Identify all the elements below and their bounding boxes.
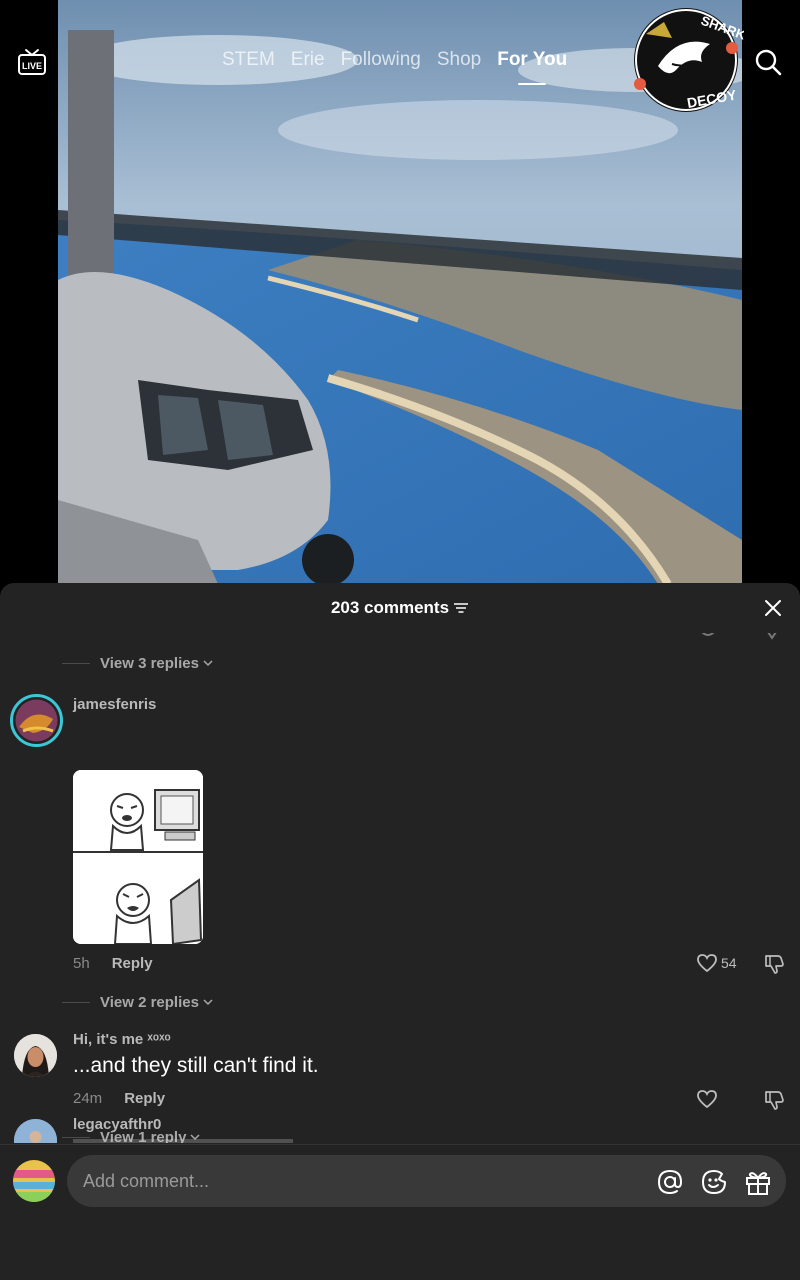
- search-icon: [755, 49, 782, 76]
- comment-text: ...and they still can't find it.: [73, 1054, 319, 1077]
- user-avatar[interactable]: [13, 1160, 55, 1202]
- mention-button[interactable]: [656, 1168, 684, 1196]
- tab-following[interactable]: Following: [341, 49, 421, 71]
- live-button[interactable]: LIVE: [16, 46, 48, 78]
- clipped-comment: legacyafthr0: [0, 1111, 800, 1143]
- dislike-icon: [765, 955, 784, 974]
- comment-meta: 5h Reply: [73, 955, 153, 972]
- comments-count: 203 comments: [330, 598, 450, 617]
- close-button[interactable]: [762, 597, 784, 619]
- dislike-button[interactable]: [763, 953, 785, 975]
- comment-username[interactable]: legacyafthr0: [73, 1116, 161, 1133]
- like-button[interactable]: 54: [696, 953, 737, 973]
- comment-time: 24m: [73, 1090, 103, 1107]
- screen: LIVE STEM Erie Following Shop For You SH…: [0, 0, 800, 1280]
- top-navigation: LIVE STEM Erie Following Shop For You SH…: [0, 0, 800, 112]
- tab-for-you[interactable]: For You: [497, 49, 567, 71]
- like-button[interactable]: [696, 1089, 718, 1109]
- comment-username[interactable]: Hi, it's me ˣᵒˣᵒ: [73, 1031, 171, 1048]
- emoji-button[interactable]: [700, 1168, 728, 1196]
- comment-meta: 24m Reply: [73, 1090, 165, 1107]
- comment-input-bar: [0, 1144, 800, 1280]
- chevron-down-icon: [203, 660, 213, 667]
- emoji-icon: [702, 1170, 726, 1194]
- search-button[interactable]: [754, 48, 782, 76]
- rage-comic-image: [73, 770, 203, 944]
- view-replies-button[interactable]: View 3 replies: [62, 655, 213, 672]
- shark-decoy-logo: SHARK DECOY: [634, 8, 748, 112]
- dislike-button[interactable]: [763, 1089, 785, 1111]
- chevron-down-icon: [203, 999, 213, 1006]
- comment-username[interactable]: jamesfenris: [73, 696, 156, 713]
- live-icon: LIVE: [18, 49, 46, 75]
- comment-time: 5h: [73, 955, 90, 972]
- view-replies-button[interactable]: View 2 replies: [62, 994, 213, 1011]
- feed-tabs: STEM Erie Following Shop For You: [222, 49, 567, 71]
- tab-shop[interactable]: Shop: [437, 49, 481, 71]
- mention-icon: [657, 1169, 683, 1195]
- replies-divider: [62, 1002, 90, 1003]
- cut-off-actions: [700, 633, 780, 640]
- comment-image[interactable]: [73, 770, 203, 944]
- comment-text-clipped: [73, 1139, 293, 1143]
- heart-icon: [697, 1090, 717, 1109]
- view-replies-label: View 2 replies: [100, 994, 199, 1011]
- avatar[interactable]: [14, 1034, 57, 1077]
- dislike-icon: [765, 1091, 784, 1110]
- avatar[interactable]: [14, 1119, 57, 1143]
- gift-icon: [746, 1172, 770, 1195]
- close-icon: [765, 600, 781, 616]
- heart-icon: [697, 954, 717, 973]
- reply-button[interactable]: Reply: [124, 1090, 165, 1107]
- filter-icon[interactable]: [453, 602, 469, 614]
- gift-button[interactable]: [744, 1168, 772, 1196]
- tab-erie[interactable]: Erie: [291, 49, 325, 71]
- svg-text:LIVE: LIVE: [22, 61, 42, 71]
- like-count: 54: [721, 955, 737, 971]
- replies-divider: [62, 663, 90, 664]
- reply-button[interactable]: Reply: [112, 955, 153, 972]
- comments-list[interactable]: View 3 replies jamesfenris 5h Reply 54 V…: [0, 633, 800, 1143]
- channel-logo: SHARK DECOY: [628, 4, 748, 116]
- avatar[interactable]: [10, 694, 63, 747]
- comments-header: 203 comments: [0, 583, 800, 633]
- view-replies-label: View 3 replies: [100, 655, 199, 672]
- tab-stem[interactable]: STEM: [222, 49, 275, 71]
